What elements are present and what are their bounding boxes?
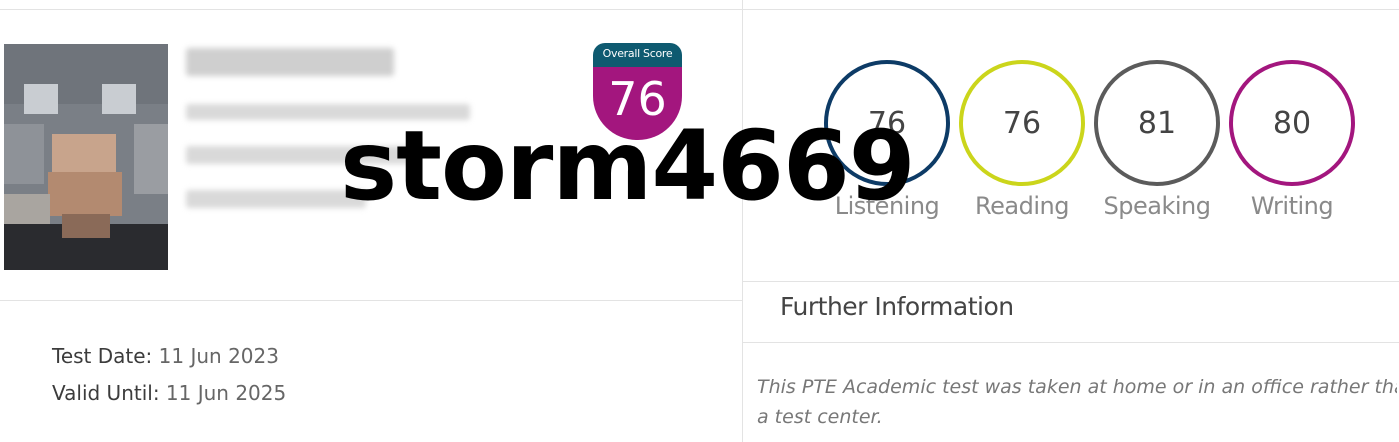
further-bottom-divider: [743, 342, 1399, 343]
overall-score-label: Overall Score: [593, 43, 682, 67]
skill-writing: 80 Writing: [1227, 60, 1357, 220]
test-date-value: 11 Jun 2023: [158, 344, 279, 368]
skill-ring: 81: [1094, 60, 1220, 186]
skill-ring: 76: [959, 60, 1085, 186]
candidate-photo: [4, 44, 168, 270]
candidate-info-blurred: [186, 190, 366, 208]
skill-score: 80: [1272, 105, 1312, 141]
top-divider: [0, 9, 1399, 10]
skill-label: Reading: [975, 192, 1069, 220]
profile-bottom-divider: [0, 300, 742, 301]
skill-score: 76: [1002, 105, 1042, 141]
further-information-line: a test center.: [757, 406, 883, 428]
test-date-label: Test Date:: [52, 344, 153, 368]
skill-ring: 80: [1229, 60, 1355, 186]
skill-label: Writing: [1250, 192, 1334, 220]
skill-reading: 76 Reading: [957, 60, 1087, 220]
further-information-text: This PTE Academic test was taken at home…: [757, 372, 1397, 432]
test-date: Test Date: 11 Jun 2023: [52, 344, 279, 368]
further-information-line: This PTE Academic test was taken at home…: [757, 376, 1397, 398]
watermark-text: storm4669: [340, 110, 916, 222]
valid-until-value: 11 Jun 2025: [165, 381, 287, 405]
skill-speaking: 81 Speaking: [1092, 60, 1222, 220]
further-top-divider: [743, 281, 1399, 282]
skill-score: 81: [1137, 105, 1177, 141]
skill-label: Speaking: [1103, 192, 1211, 220]
valid-until-label: Valid Until:: [52, 381, 160, 405]
valid-until: Valid Until: 11 Jun 2025: [52, 381, 286, 405]
further-information-title: Further Information: [780, 292, 1014, 321]
candidate-name-blurred: [186, 48, 394, 76]
